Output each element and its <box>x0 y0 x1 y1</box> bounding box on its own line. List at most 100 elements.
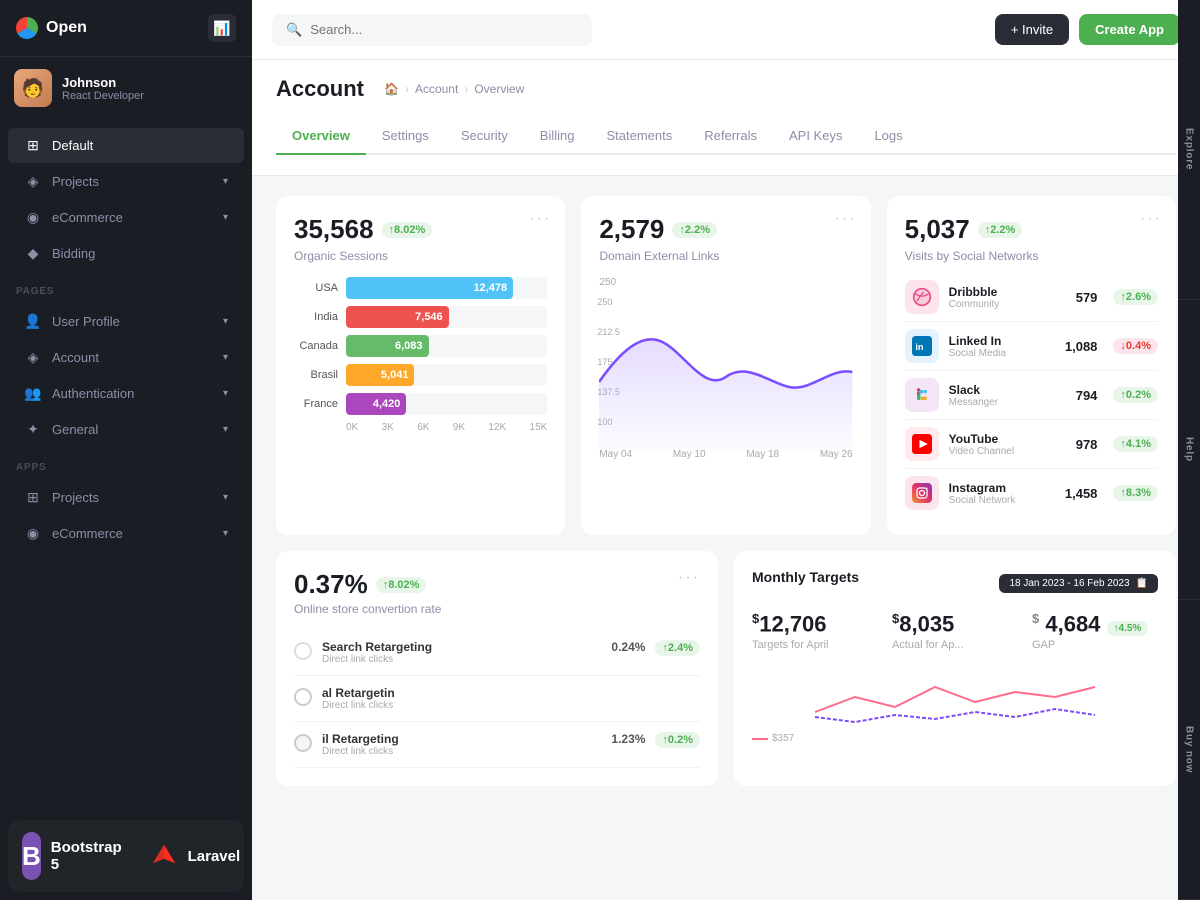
retargeting-item-3: il Retargeting Direct link clicks 1.23% … <box>294 722 700 768</box>
sidebar-item-user-profile[interactable]: 👤 User Profile ▾ <box>8 304 244 339</box>
app-title: Open <box>46 19 87 37</box>
bar-axis: 0K 3K 6K 9K 12K 15K <box>294 422 547 433</box>
tab-logs[interactable]: Logs <box>858 118 918 155</box>
social-label: Visits by Social Networks <box>905 249 1158 263</box>
sessions-value: 35,568 ↑8.02% <box>294 214 547 245</box>
tab-api-keys[interactable]: API Keys <box>773 118 858 155</box>
explore-label[interactable]: Explore <box>1178 0 1200 300</box>
sidebar-item-general[interactable]: ✦ General ▾ <box>8 412 244 447</box>
invite-button[interactable]: + Invite <box>995 14 1069 45</box>
auth-icon: 👥 <box>24 385 42 402</box>
sidebar-item-bidding[interactable]: ◆ Bidding <box>8 236 244 271</box>
general-icon: ✦ <box>24 421 42 438</box>
apps-section-label: APPS <box>0 448 252 479</box>
sidebar-nav: ⊞ Default ◈ Projects ▾ ◉ eCommerce ▾ ◆ B… <box>0 119 252 812</box>
monthly-chart-legend: $357 <box>752 733 1158 744</box>
sidebar-item-bidding-label: Bidding <box>52 246 95 261</box>
conversion-card: 0.37% ↑8.02% Online store convertion rat… <box>276 551 718 786</box>
pages-section-label: PAGES <box>0 272 252 303</box>
chevron-down-icon: ▾ <box>223 316 228 327</box>
ecommerce-icon: ◉ <box>24 209 42 226</box>
search-input[interactable] <box>310 22 578 37</box>
sidebar: Open 📊 🧑 Johnson React Developer ⊞ Defau… <box>0 0 252 900</box>
chevron-down-icon: ▾ <box>223 388 228 399</box>
bidding-icon: ◆ <box>24 245 42 262</box>
sidebar-item-account-label: Account <box>52 350 99 365</box>
sidebar-toggle-btn[interactable]: 📊 <box>208 14 236 42</box>
sessions-card: ··· 35,568 ↑8.02% Organic Sessions USA 1… <box>276 196 565 535</box>
create-app-button[interactable]: Create App <box>1079 14 1180 45</box>
dribbble-icon <box>905 280 939 314</box>
laravel-label: Laravel <box>188 848 241 865</box>
user-icon: 👤 <box>24 313 42 330</box>
help-label[interactable]: Help <box>1178 300 1200 600</box>
sidebar-item-ecommerce-app-label: eCommerce <box>52 526 123 541</box>
user-section: 🧑 Johnson React Developer <box>0 57 252 119</box>
ecommerce-app-icon: ◉ <box>24 525 42 542</box>
topbar: 🔍 + Invite Create App <box>252 0 1200 60</box>
sidebar-item-user-profile-label: User Profile <box>52 314 120 329</box>
sidebar-item-projects-app[interactable]: ⊞ Projects ▾ <box>8 480 244 515</box>
tab-billing[interactable]: Billing <box>524 118 591 155</box>
social-item-instagram: Instagram Social Network 1,458 ↑8.3% <box>905 469 1158 517</box>
bar-row-brasil: Brasil 5,041 <box>294 364 547 386</box>
tab-referrals[interactable]: Referrals <box>688 118 773 155</box>
projects-app-icon: ⊞ <box>24 489 42 506</box>
social-networks-card: ··· 5,037 ↑2.2% Visits by Social Network… <box>887 196 1176 535</box>
main-content: 🔍 + Invite Create App Account 🏠 › Accoun… <box>252 0 1200 900</box>
chevron-down-icon: ▾ <box>223 212 228 223</box>
social-list: Dribbble Community 579 ↑2.6% in Linked I… <box>905 273 1158 517</box>
date-range-badge: 18 Jan 2023 - 16 Feb 2023 📋 <box>999 574 1158 593</box>
tab-statements[interactable]: Statements <box>590 118 688 155</box>
social-item-slack: Slack Messanger 794 ↑0.2% <box>905 371 1158 420</box>
retargeting-item-2: al Retargetin Direct link clicks <box>294 676 700 722</box>
sessions-more-btn[interactable]: ··· <box>529 210 551 228</box>
sidebar-item-ecommerce[interactable]: ◉ eCommerce ▾ <box>8 200 244 235</box>
sidebar-item-projects-app-label: Projects <box>52 490 99 505</box>
page-header: Account 🏠 › Account › Overview <box>276 76 1176 102</box>
sidebar-item-projects[interactable]: ◈ Projects ▾ <box>8 164 244 199</box>
external-links-value: 2,579 ↑2.2% <box>599 214 852 245</box>
account-icon: ◈ <box>24 349 42 366</box>
retargeting-list: Search Retargeting Direct link clicks 0.… <box>294 630 700 768</box>
bootstrap-label: Bootstrap 5 <box>51 839 122 873</box>
tab-overview[interactable]: Overview <box>276 118 366 155</box>
bar-row-usa: USA 12,478 <box>294 277 547 299</box>
slack-icon <box>905 378 939 412</box>
social-item-youtube: YouTube Video Channel 978 ↑4.1% <box>905 420 1158 469</box>
sessions-label: Organic Sessions <box>294 249 547 263</box>
targets-row: $12,706 Targets for April $8,035 Actual … <box>752 611 1158 651</box>
chevron-down-icon: ▾ <box>223 492 228 503</box>
topbar-right: + Invite Create App <box>995 14 1180 45</box>
search-icon: 🔍 <box>286 22 302 38</box>
sidebar-item-projects-label: Projects <box>52 174 99 189</box>
sidebar-item-default[interactable]: ⊞ Default <box>8 128 244 163</box>
search-box[interactable]: 🔍 <box>272 14 592 46</box>
target-actual: $8,035 Actual for Ap... <box>892 611 1018 651</box>
line-chart-y-labels: 250 212.5 175 137.5 100 <box>597 297 620 427</box>
breadcrumb-account[interactable]: Account <box>415 82 458 96</box>
sidebar-item-ecommerce-app[interactable]: ◉ eCommerce ▾ <box>8 516 244 551</box>
youtube-icon <box>905 427 939 461</box>
social-more-btn[interactable]: ··· <box>1140 210 1162 228</box>
bar-row-canada: Canada 6,083 <box>294 335 547 357</box>
monthly-targets-card: Monthly Targets 18 Jan 2023 - 16 Feb 202… <box>734 551 1176 786</box>
conversion-more-btn[interactable]: ··· <box>678 569 700 587</box>
home-icon: 🏠 <box>384 82 399 96</box>
laravel-logo <box>150 838 178 874</box>
line-chart-svg <box>599 292 852 452</box>
sidebar-item-default-label: Default <box>52 138 93 153</box>
external-links-badge: ↑2.2% <box>672 222 717 238</box>
tab-security[interactable]: Security <box>445 118 524 155</box>
sidebar-item-account[interactable]: ◈ Account ▾ <box>8 340 244 375</box>
svg-text:in: in <box>915 342 924 352</box>
buy-now-label[interactable]: Buy now <box>1178 600 1200 900</box>
monthly-chart-svg <box>752 667 1158 727</box>
chevron-down-icon: ▾ <box>223 424 228 435</box>
target-gap: $ 4,684 ↑4.5% GAP <box>1032 611 1158 651</box>
external-links-more-btn[interactable]: ··· <box>835 210 857 228</box>
tab-settings[interactable]: Settings <box>366 118 445 155</box>
social-value: 5,037 ↑2.2% <box>905 214 1158 245</box>
sidebar-item-authentication[interactable]: 👥 Authentication ▾ <box>8 376 244 411</box>
breadcrumb-overview: Overview <box>474 82 524 96</box>
